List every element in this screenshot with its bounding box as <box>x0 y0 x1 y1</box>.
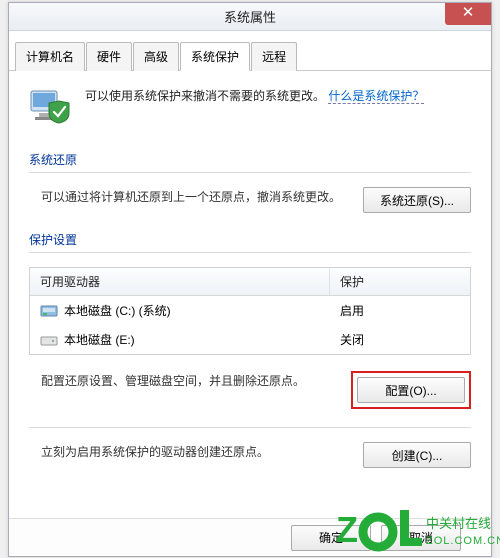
column-protection[interactable]: 保护 <box>330 268 470 295</box>
divider <box>29 427 471 428</box>
configure-row: 配置还原设置、管理磁盘空间，并且删除还原点。 配置(O)... <box>29 371 471 409</box>
create-desc: 立刻为启用系统保护的驱动器创建还原点。 <box>29 442 349 462</box>
tab-computer-name[interactable]: 计算机名 <box>15 42 85 71</box>
drive-name: 本地磁盘 (E:) <box>64 331 135 348</box>
system-restore-button[interactable]: 系统还原(S)... <box>363 187 471 213</box>
ok-button[interactable]: 确定 <box>291 525 371 551</box>
restore-desc: 可以通过将计算机还原到上一个还原点，撤消系统更改。 <box>29 187 349 207</box>
divider <box>29 252 471 253</box>
system-restore-section: 系统还原 可以通过将计算机还原到上一个还原点，撤消系统更改。 系统还原(S)..… <box>29 151 471 213</box>
configure-button[interactable]: 配置(O)... <box>357 377 465 403</box>
system-protection-icon <box>29 87 71 125</box>
section-title-protection: 保护设置 <box>29 231 471 248</box>
drive-name: 本地磁盘 (C:) (系统) <box>64 302 171 319</box>
hdd-system-icon <box>40 303 58 319</box>
intro-desc: 可以使用系统保护来撤消不需要的系统更改。 <box>85 89 325 103</box>
cancel-button[interactable]: 取消 <box>381 525 461 551</box>
tab-advanced[interactable]: 高级 <box>133 42 179 71</box>
create-row: 立刻为启用系统保护的驱动器创建还原点。 创建(C)... <box>29 442 471 468</box>
hdd-icon <box>40 332 58 348</box>
what-is-system-protection-link[interactable]: 什么是系统保护？ <box>328 89 424 104</box>
titlebar: 系统属性 <box>9 3 491 31</box>
tab-strip: 计算机名 硬件 高级 系统保护 远程 <box>9 35 491 71</box>
column-drive[interactable]: 可用驱动器 <box>30 268 330 295</box>
close-button[interactable] <box>445 3 491 25</box>
window-title: 系统属性 <box>224 7 276 26</box>
highlight-box: 配置(O)... <box>351 371 471 409</box>
drive-table-header: 可用驱动器 保护 <box>30 268 470 296</box>
drive-table: 可用驱动器 保护 本地磁盘 (C:) (系统) 启用 <box>29 267 471 355</box>
system-properties-window: 系统属性 计算机名 硬件 高级 系统保护 远程 可以使用系统保护来撤消不需要的系… <box>8 2 492 557</box>
tab-system-protection[interactable]: 系统保护 <box>180 42 250 71</box>
create-restore-point-button[interactable]: 创建(C)... <box>363 442 471 468</box>
table-row[interactable]: 本地磁盘 (C:) (系统) 启用 <box>30 296 470 325</box>
dialog-footer: 确定 取消 <box>9 518 491 556</box>
restore-row: 可以通过将计算机还原到上一个还原点，撤消系统更改。 系统还原(S)... <box>29 187 471 213</box>
tab-content: 可以使用系统保护来撤消不需要的系统更改。 什么是系统保护？ 系统还原 可以通过将… <box>9 71 491 486</box>
section-title-restore: 系统还原 <box>29 151 471 168</box>
table-row[interactable]: 本地磁盘 (E:) 关闭 <box>30 325 470 354</box>
protection-settings-section: 保护设置 可用驱动器 保护 本地磁盘 (C:) (系统) 启用 <box>29 231 471 468</box>
divider <box>29 172 471 173</box>
drive-protection: 关闭 <box>330 329 470 350</box>
intro-row: 可以使用系统保护来撤消不需要的系统更改。 什么是系统保护？ <box>29 87 471 125</box>
tab-hardware[interactable]: 硬件 <box>86 42 132 71</box>
configure-desc: 配置还原设置、管理磁盘空间，并且删除还原点。 <box>29 371 337 391</box>
drive-protection: 启用 <box>330 300 470 321</box>
tab-remote[interactable]: 远程 <box>251 42 297 71</box>
intro-text: 可以使用系统保护来撤消不需要的系统更改。 什么是系统保护？ <box>85 87 424 125</box>
